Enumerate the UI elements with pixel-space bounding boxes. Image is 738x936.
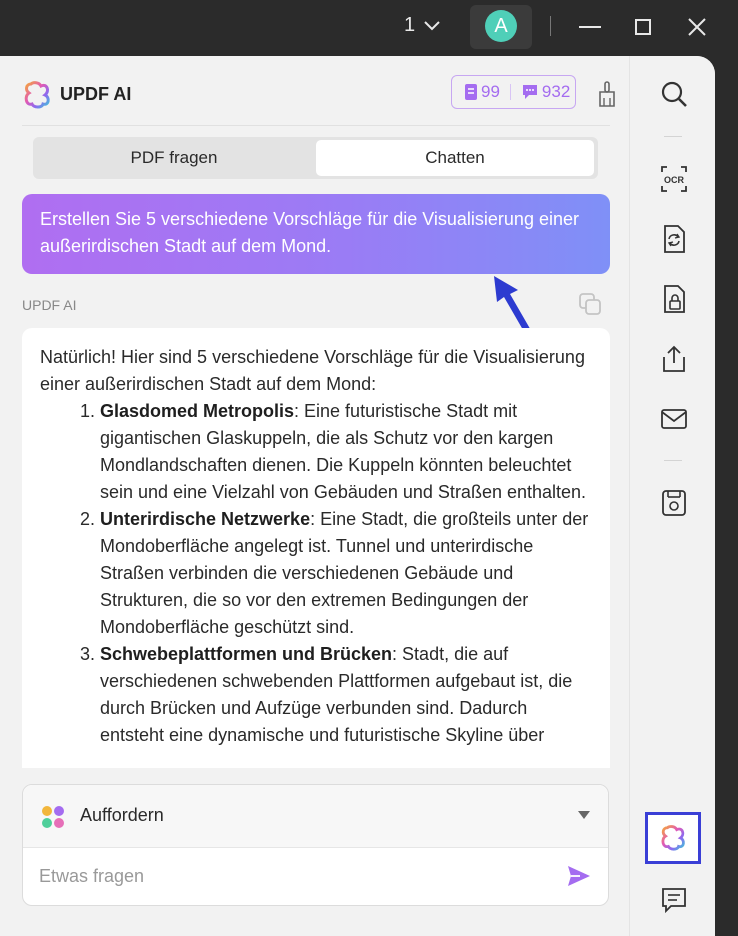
- divider: [664, 460, 682, 461]
- list-item: Schwebeplattformen und Brücken: Stadt, d…: [100, 641, 592, 749]
- ai-answer-card: Natürlich! Hier sind 5 verschiedene Vors…: [22, 328, 610, 768]
- mode-tabs: PDF fragen Chatten: [33, 137, 598, 179]
- list-item-title: Unterirdische Netzwerke: [100, 509, 311, 529]
- divider: [664, 136, 682, 137]
- user-message-bubble: Erstellen Sie 5 verschiedene Vorschläge …: [22, 194, 610, 274]
- caret-down-icon: [578, 811, 590, 819]
- quota-badge[interactable]: 99 932: [451, 75, 576, 109]
- brand-title: UPDF AI: [60, 84, 132, 104]
- divider: [22, 125, 610, 126]
- chevron-down-icon: [424, 20, 440, 30]
- list-item-title: Glasdomed Metropolis: [100, 401, 295, 421]
- ocr-icon[interactable]: OCR: [658, 163, 690, 195]
- account-button[interactable]: A: [470, 5, 532, 49]
- tab-pdf-fragen[interactable]: PDF fragen: [36, 140, 312, 176]
- share-icon[interactable]: [658, 343, 690, 375]
- pdf-quota-count: 99: [481, 82, 500, 101]
- save-icon[interactable]: [658, 487, 690, 519]
- mail-icon[interactable]: [658, 403, 690, 435]
- title-bar: 1 A: [0, 0, 738, 56]
- clear-chat-icon[interactable]: [596, 80, 618, 108]
- divider: [550, 16, 551, 36]
- search-icon[interactable]: [658, 78, 690, 110]
- send-icon[interactable]: [566, 863, 592, 889]
- user-message-text: Erstellen Sie 5 verschiedene Vorschläge …: [40, 209, 579, 256]
- ai-sender-label: UPDF AI: [22, 297, 77, 313]
- page-selector[interactable]: 1: [404, 14, 441, 37]
- chat-icon: [522, 85, 537, 99]
- protect-icon[interactable]: [658, 283, 690, 315]
- svg-text:OCR: OCR: [664, 175, 685, 185]
- prompt-icon: [42, 806, 64, 828]
- ask-input[interactable]: [37, 857, 561, 895]
- convert-icon[interactable]: [658, 223, 690, 255]
- updf-logo-icon: [24, 81, 50, 109]
- tab-chatten[interactable]: Chatten: [316, 140, 594, 176]
- updf-ai-icon: [661, 825, 685, 851]
- close-icon[interactable]: [682, 12, 712, 42]
- maximize-icon[interactable]: [628, 12, 658, 42]
- suggestion-list: Glasdomed Metropolis: Eine futuristische…: [40, 398, 592, 749]
- list-item: Glasdomed Metropolis: Eine futuristische…: [100, 398, 592, 506]
- prompt-label: Auffordern: [80, 805, 164, 825]
- divider: [629, 56, 630, 936]
- answer-intro: Natürlich! Hier sind 5 verschiedene Vors…: [40, 347, 585, 394]
- chat-quota-count: 932: [541, 82, 571, 101]
- comment-icon[interactable]: [658, 884, 690, 916]
- avatar: A: [485, 10, 517, 42]
- chat-input-box: Auffordern: [22, 784, 609, 906]
- updf-ai-button[interactable]: [645, 812, 701, 864]
- copy-icon[interactable]: [577, 291, 603, 317]
- list-item: Unterirdische Netzwerke: Eine Stadt, die…: [100, 506, 592, 641]
- document-icon: [465, 84, 477, 100]
- minimize-icon[interactable]: [575, 12, 605, 42]
- list-item-title: Schwebeplattformen und Brücken: [100, 644, 393, 664]
- prompt-selector[interactable]: Auffordern: [23, 785, 608, 848]
- page-number: 1: [404, 14, 416, 36]
